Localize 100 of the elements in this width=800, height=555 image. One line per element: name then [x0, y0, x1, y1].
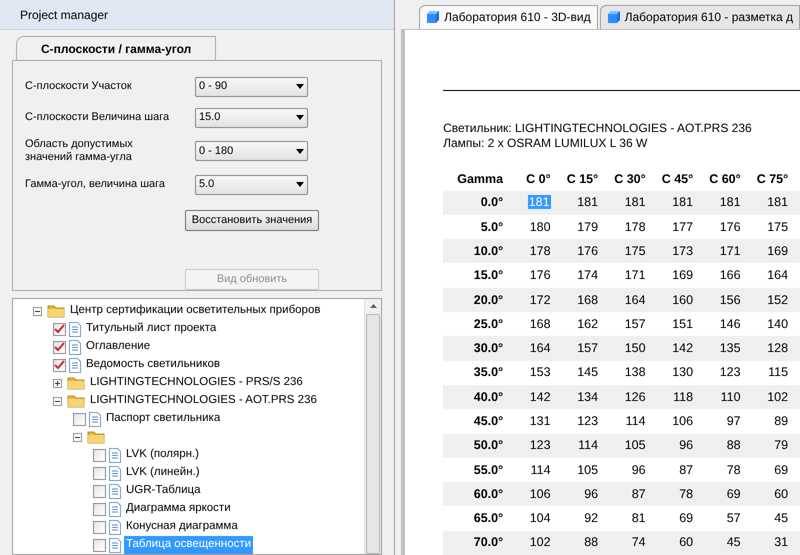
table-cell: 45: [774, 511, 788, 526]
table-cell: 181: [624, 195, 646, 210]
tree-item[interactable]: Конусная диаграмма: [124, 518, 240, 536]
table-cell: 140: [767, 316, 788, 331]
column-header: Gamma: [456, 171, 504, 188]
checkbox[interactable]: [53, 322, 66, 336]
checkbox[interactable]: [93, 502, 106, 516]
table-cell: 74: [632, 535, 646, 550]
table-cell: 15.0°: [474, 268, 504, 282]
tree-item[interactable]: Паспорт светильника: [104, 410, 222, 428]
table-cell: 157: [577, 341, 598, 356]
tree-item[interactable]: LVK (линейн.): [124, 464, 202, 482]
tree-item[interactable]: Центр сертификации осветительных приборов: [68, 302, 322, 320]
table-cell: 164: [767, 268, 788, 282]
document-tab[interactable]: Лаборатория 610 - разметка д: [600, 4, 800, 29]
collapse-toggle[interactable]: [53, 396, 62, 406]
table-cell: 173: [672, 244, 694, 258]
document-icon: [69, 340, 81, 354]
checkbox[interactable]: [93, 538, 106, 552]
table-cell: 156: [720, 292, 741, 306]
document-icon: [109, 502, 121, 516]
folder-icon: [67, 394, 85, 408]
scroll-up-icon[interactable]: [370, 304, 377, 308]
tree-item[interactable]: Ведомость светильников: [84, 356, 222, 374]
table-cell: 171: [720, 244, 741, 258]
checkbox[interactable]: [93, 520, 106, 534]
field-label: С-плоскости Величина шага: [25, 111, 170, 124]
table-cell: 150: [624, 341, 646, 356]
checkbox[interactable]: [93, 466, 106, 480]
table-cell: 178: [624, 220, 646, 234]
folder-icon: [87, 430, 105, 444]
dropdown[interactable]: 15.0: [195, 108, 308, 128]
table-cell: 87: [632, 486, 646, 501]
reset-button[interactable]: Восстановить значения: [185, 210, 319, 231]
collapse-toggle[interactable]: [73, 432, 82, 442]
table-cell: 89: [774, 414, 788, 428]
scrollbar[interactable]: [364, 299, 382, 554]
table-cell: 31: [774, 535, 788, 550]
table-cell: 172: [530, 292, 551, 306]
field-label: Гамма-угол, величина шага: [25, 178, 166, 191]
checkbox[interactable]: [93, 448, 106, 462]
table-cell: 40.0°: [474, 390, 504, 404]
luminaire-text: Светильник: LIGHTINGTECHNOLOGIES - AOT.PRS 236: [443, 120, 753, 136]
table-cell: 60.0°: [474, 486, 504, 501]
checkbox[interactable]: [93, 484, 106, 498]
table-cell: 118: [673, 390, 694, 404]
caret-icon: [296, 84, 304, 89]
document-tab[interactable]: Лаборатория 610 - 3D-вид: [419, 4, 598, 29]
table-cell: 146: [720, 316, 741, 331]
table-cell: 126: [624, 390, 646, 404]
table-cell: 131: [530, 414, 551, 428]
document-icon: [89, 412, 101, 426]
table-cell: 105: [624, 438, 646, 452]
document-icon: [109, 484, 121, 498]
table-cell: 45: [726, 535, 741, 550]
tree-item[interactable]: LIGHTINGTECHNOLOGIES - AOT.PRS 236: [88, 392, 319, 410]
dropdown[interactable]: 0 - 180: [195, 141, 308, 161]
table-cell: 178: [530, 244, 551, 258]
folder-icon: [67, 376, 85, 390]
expand-toggle[interactable]: [53, 378, 62, 388]
tree-item[interactable]: UGR-Таблица: [124, 482, 202, 500]
table-cell: 115: [768, 365, 788, 380]
checkbox[interactable]: [53, 340, 66, 354]
table-cell: 176: [530, 268, 551, 282]
table-cell: 96: [584, 486, 598, 501]
tree-item[interactable]: Титульный лист проекта: [84, 320, 218, 338]
table-cell: 168: [577, 292, 598, 306]
table-cell: 88: [584, 535, 598, 550]
document-icon: [109, 466, 121, 480]
table-cell: 135: [720, 341, 741, 356]
document-icon: [109, 448, 121, 462]
settings-tab[interactable]: С-плоскости / гамма-угол: [16, 36, 216, 60]
table-cell: 81: [632, 511, 646, 526]
collapse-toggle[interactable]: [33, 306, 42, 316]
table-cell: 153: [530, 365, 551, 380]
caret-icon: [296, 182, 304, 187]
table-cell: 69: [679, 511, 694, 526]
checkbox[interactable]: [73, 412, 86, 426]
checkbox[interactable]: [53, 358, 66, 372]
table-cell: 179: [577, 220, 598, 234]
folder-icon: [47, 304, 65, 318]
table-cell: 175: [767, 220, 788, 234]
tree-item[interactable]: LVK (полярн.): [124, 446, 201, 464]
tree-item[interactable]: Диаграмма яркости: [124, 500, 233, 518]
table-cell: 70.0°: [474, 535, 504, 550]
table-cell: 160: [672, 292, 694, 306]
table-cell: 96: [679, 438, 694, 452]
table-cell: 157: [624, 316, 646, 331]
table-cell: 142: [530, 390, 551, 404]
dropdown[interactable]: 0 - 90: [195, 76, 308, 96]
table-cell: 87: [679, 462, 694, 477]
tree-item[interactable]: LIGHTINGTECHNOLOGIES - PRS/S 236: [88, 374, 305, 392]
panel-title: Project manager: [20, 6, 108, 24]
table-cell: 138: [624, 365, 646, 380]
dropdown[interactable]: 5.0: [195, 174, 308, 194]
table-cell: 102: [530, 535, 551, 550]
table-cell: 60: [774, 486, 788, 501]
column-header: C 75°: [756, 171, 790, 188]
tree-item[interactable]: Оглавление: [84, 338, 152, 356]
table-cell: 57: [726, 511, 741, 526]
